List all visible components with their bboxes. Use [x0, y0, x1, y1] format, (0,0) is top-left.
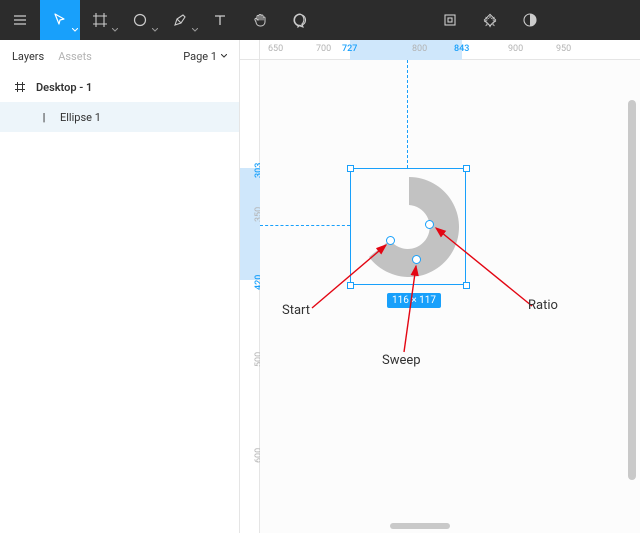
ruler-tick: 700: [316, 44, 331, 54]
frame-tool[interactable]: [80, 0, 120, 40]
selection-box: [350, 168, 466, 285]
dimension-badge: 116 × 117: [387, 293, 441, 308]
canvas-area[interactable]: 650 700 727 800 843 900 950 303 350 420 …: [240, 40, 640, 533]
ruler-tick: 843: [454, 44, 469, 54]
layer-row-ellipse[interactable]: | Ellipse 1: [0, 102, 239, 132]
ruler-vertical: 303 350 420 500 600: [240, 60, 260, 533]
guide-vertical: [407, 60, 408, 168]
horizontal-scrollbar[interactable]: [390, 523, 450, 529]
menu-button[interactable]: [0, 0, 40, 40]
move-tool[interactable]: [40, 0, 80, 40]
selection-handle-sw[interactable]: [347, 282, 354, 289]
vertical-scrollbar[interactable]: [628, 100, 636, 480]
selection-handle-ne[interactable]: [463, 165, 470, 172]
canvas[interactable]: 116 × 117 Start Sweep Ratio: [260, 60, 640, 533]
pen-tool[interactable]: [160, 0, 200, 40]
component-tool[interactable]: [430, 0, 470, 40]
shape-tool[interactable]: [120, 0, 160, 40]
page-selector[interactable]: Page 1: [183, 50, 227, 63]
ruler-tick: 727: [342, 44, 357, 54]
tab-layers[interactable]: Layers: [12, 50, 44, 63]
effects-tool[interactable]: [470, 0, 510, 40]
annotation-start: Start: [282, 303, 310, 318]
text-tool[interactable]: [200, 0, 240, 40]
tab-assets[interactable]: Assets: [58, 50, 92, 63]
comment-tool[interactable]: [280, 0, 320, 40]
mask-tool[interactable]: [510, 0, 550, 40]
annotation-ratio: Ratio: [528, 298, 558, 313]
ruler-horizontal: 650 700 727 800 843 900 950: [260, 40, 640, 60]
ruler-tick: 900: [508, 44, 523, 54]
toolbar-right-group: [430, 0, 550, 40]
arc-ratio-handle[interactable]: [425, 220, 434, 229]
selection-handle-se[interactable]: [463, 282, 470, 289]
page-selector-label: Page 1: [183, 50, 217, 63]
frame-name: Desktop - 1: [36, 81, 92, 94]
ruler-tick: 800: [412, 44, 427, 54]
frame-row[interactable]: Desktop - 1: [0, 72, 239, 102]
selection-handle-nw[interactable]: [347, 165, 354, 172]
chevron-down-icon: [221, 54, 227, 58]
ellipse-layer-icon: |: [38, 111, 50, 124]
ruler-corner: [240, 40, 260, 60]
frame-icon: [14, 82, 26, 92]
ruler-tick: 650: [268, 44, 283, 54]
arc-sweep-handle[interactable]: [412, 255, 421, 264]
annotation-sweep: Sweep: [382, 353, 421, 368]
main-toolbar: [0, 0, 640, 40]
layers-panel: Layers Assets Page 1 Desktop - 1 | Ellip…: [0, 40, 240, 533]
arc-start-handle[interactable]: [386, 236, 395, 245]
guide-horizontal: [260, 225, 350, 226]
layer-name: Ellipse 1: [60, 111, 101, 124]
hand-tool[interactable]: [240, 0, 280, 40]
ruler-tick: 950: [556, 44, 571, 54]
